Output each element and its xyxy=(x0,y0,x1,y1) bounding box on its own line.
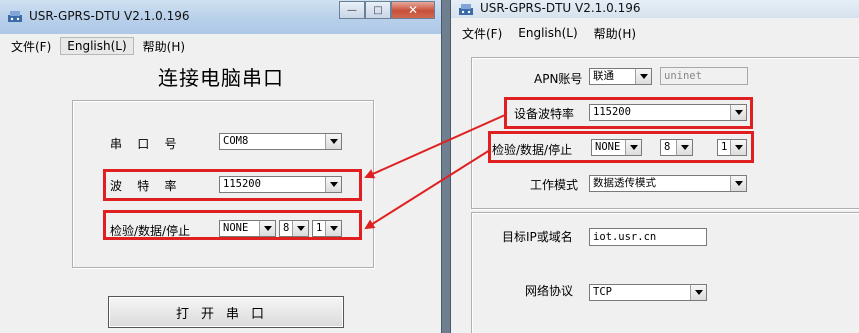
left-window: USR-GPRS-DTU V2.1.0.196 — □ ✕ 文件(F) Engl… xyxy=(0,0,442,333)
parity-select[interactable]: NONE xyxy=(219,220,276,237)
menu-bar: 文件(F) English(L) 帮助(H) xyxy=(455,23,855,43)
menu-english[interactable]: English(L) xyxy=(60,37,134,55)
baud-select[interactable]: 115200 xyxy=(219,176,342,193)
menu-file[interactable]: 文件(F) xyxy=(4,36,58,57)
target-label: 目标IP或域名 xyxy=(502,230,573,244)
protocol-value: TCP xyxy=(593,286,612,298)
apn-label: APN账号 xyxy=(534,72,583,86)
right-window: USR-GPRS-DTU V2.1.0.196 文件(F) English(L)… xyxy=(450,0,859,333)
window-title: USR-GPRS-DTU V2.1.0.196 xyxy=(29,9,190,23)
caption-buttons: — □ ✕ xyxy=(339,1,435,20)
maximize-icon[interactable]: □ xyxy=(365,1,391,19)
open-port-button[interactable]: 打开串口 xyxy=(108,296,344,328)
protocol-select[interactable]: TCP xyxy=(589,284,707,301)
protocol-label: 网络协议 xyxy=(525,284,574,298)
stopbits-value: 1 xyxy=(721,141,728,153)
baud-label: 波 特 率 xyxy=(110,179,177,193)
baud-label: 设备波特率 xyxy=(514,107,575,121)
parity-value: NONE xyxy=(595,141,621,153)
stopbits-select[interactable]: 1 xyxy=(312,220,342,237)
chevron-down-icon[interactable] xyxy=(635,69,651,84)
window-title: USR-GPRS-DTU V2.1.0.196 xyxy=(480,1,641,15)
port-value: COM8 xyxy=(223,135,249,147)
title-bar[interactable]: USR-GPRS-DTU V2.1.0.196 xyxy=(451,0,859,18)
mode-label: 工作模式 xyxy=(530,178,579,192)
chevron-down-icon[interactable] xyxy=(625,140,641,155)
baud-value: 115200 xyxy=(593,106,631,118)
mode-value: 数据透传模式 xyxy=(593,177,656,189)
port-label: 串 口 号 xyxy=(110,137,177,151)
apn-operator-select[interactable]: 联通 xyxy=(589,68,652,85)
databits-value: 8 xyxy=(664,141,671,153)
menu-help[interactable]: 帮助(H) xyxy=(136,36,192,57)
chevron-down-icon[interactable] xyxy=(325,221,341,236)
chevron-down-icon[interactable] xyxy=(259,221,275,236)
chevron-down-icon[interactable] xyxy=(325,134,341,149)
port-select[interactable]: COM8 xyxy=(219,133,342,150)
minimize-icon[interactable]: — xyxy=(339,1,365,19)
chevron-down-icon[interactable] xyxy=(690,285,706,300)
baud-select[interactable]: 115200 xyxy=(589,104,747,121)
apn-input[interactable]: uninet xyxy=(660,67,748,85)
close-icon[interactable]: ✕ xyxy=(391,1,435,19)
baud-value: 115200 xyxy=(223,178,261,190)
apn-operator-value: 联通 xyxy=(593,70,614,82)
app-icon xyxy=(459,4,473,15)
chevron-down-icon[interactable] xyxy=(676,140,692,155)
databits-select[interactable]: 8 xyxy=(660,139,693,156)
chevron-down-icon[interactable] xyxy=(730,105,746,120)
stopbits-value: 1 xyxy=(316,222,323,234)
parity-label: 检验/数据/停止 xyxy=(492,143,573,157)
menu-file[interactable]: 文件(F) xyxy=(455,23,509,44)
menu-english[interactable]: English(L) xyxy=(511,24,584,42)
app-icon xyxy=(8,11,22,22)
parity-label: 检验/数据/停止 xyxy=(110,224,191,238)
menu-help[interactable]: 帮助(H) xyxy=(587,23,643,44)
target-input[interactable]: iot.usr.cn xyxy=(589,228,707,246)
mode-select[interactable]: 数据透传模式 xyxy=(589,175,747,192)
title-bar[interactable]: USR-GPRS-DTU V2.1.0.196 — □ ✕ xyxy=(0,0,441,34)
chevron-down-icon[interactable] xyxy=(325,177,341,192)
databits-value: 8 xyxy=(283,222,290,234)
page-title: 连接电脑串口 xyxy=(158,66,284,90)
stopbits-select[interactable]: 1 xyxy=(717,139,747,156)
chevron-down-icon[interactable] xyxy=(730,140,746,155)
chevron-down-icon[interactable] xyxy=(730,176,746,191)
parity-value: NONE xyxy=(223,222,249,234)
databits-select[interactable]: 8 xyxy=(279,220,309,237)
chevron-down-icon[interactable] xyxy=(292,221,308,236)
parity-select[interactable]: NONE xyxy=(591,139,642,156)
menu-bar: 文件(F) English(L) 帮助(H) xyxy=(4,36,437,56)
